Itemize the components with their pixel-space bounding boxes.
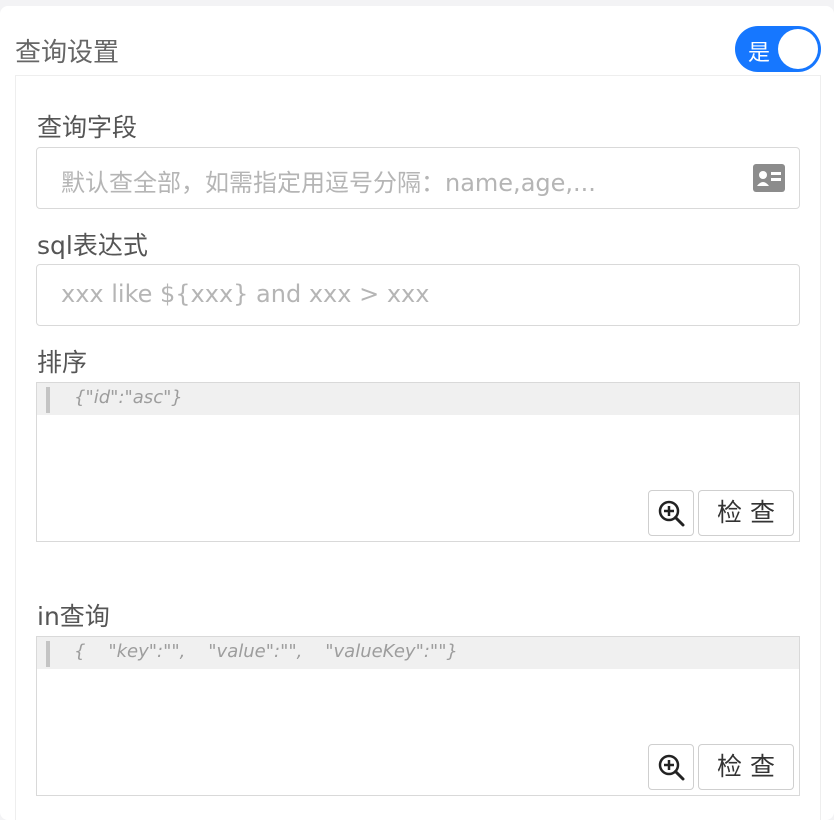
toggle-label: 是 (748, 41, 771, 66)
in-query-check-button[interactable]: 检查 (698, 744, 794, 790)
toggle-knob (778, 29, 818, 69)
query-fields-input[interactable]: 默认查全部，如需指定用逗号分隔：name,age,... (36, 147, 800, 209)
sort-code-text: {"id":"asc"} (74, 387, 183, 408)
in-query-code-text: { "key":"", "value":"", "valueKey":""} (74, 641, 458, 662)
editor-active-line: {"id":"asc"} (37, 383, 799, 415)
zoom-in-icon (658, 754, 685, 781)
zoom-in-icon (658, 500, 685, 527)
sort-zoom-button[interactable] (648, 490, 694, 536)
sort-label: 排序 (37, 348, 88, 377)
in-query-label: in查询 (37, 602, 110, 631)
editor-gutter (46, 641, 50, 667)
sort-code-editor[interactable]: {"id":"asc"} 检查 (36, 382, 800, 542)
in-query-code-editor[interactable]: { "key":"", "value":"", "valueKey":""} 检… (36, 636, 800, 796)
sql-expression-placeholder: xxx like ${xxx} and xxx > xxx (61, 280, 430, 308)
editor-active-line: { "key":"", "value":"", "valueKey":""} (37, 637, 799, 669)
in-query-zoom-button[interactable] (648, 744, 694, 790)
id-card-icon[interactable] (753, 164, 785, 192)
query-fields-placeholder: 默认查全部，如需指定用逗号分隔：name,age,... (61, 169, 596, 197)
sql-expression-input[interactable]: xxx like ${xxx} and xxx > xxx (36, 264, 800, 326)
sort-check-button[interactable]: 检查 (698, 490, 794, 536)
editor-gutter (46, 387, 50, 413)
query-fields-label: 查询字段 (37, 113, 138, 142)
sql-expression-label: sql表达式 (37, 231, 148, 260)
panel-title: 查询设置 (15, 38, 120, 68)
query-settings-toggle[interactable]: 是 (735, 26, 821, 72)
